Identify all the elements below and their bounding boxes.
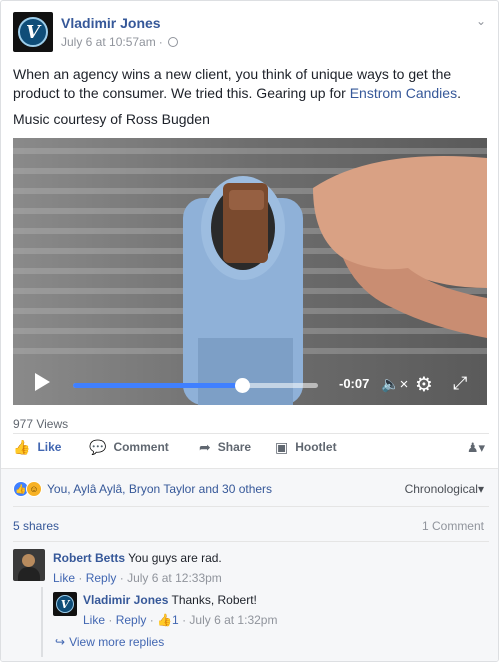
reactions-text: You, Aylâ Aylâ, Bryon Taylor and 30 othe… [47, 482, 273, 496]
separator: · [182, 613, 187, 627]
time-remaining: -0:07 [339, 376, 370, 391]
comment-text: You guys are rad. [128, 551, 222, 565]
like-label: Like [37, 440, 62, 454]
reply-reply-link[interactable]: Reply [116, 613, 147, 627]
mute-icon[interactable]: 🔈× [381, 375, 408, 393]
separator: · [78, 571, 83, 585]
divider [13, 506, 489, 507]
reply-thread-line [41, 587, 43, 657]
video-controls: -0:07 🔈× ⚙ ⤢ [13, 361, 487, 405]
reactions-summary[interactable]: 👍 ☺ You, Aylâ Aylâ, Bryon Taylor and 30 … [13, 481, 272, 497]
separator: · [119, 571, 124, 585]
author-avatar[interactable]: V [13, 12, 53, 52]
fullscreen-icon[interactable]: ⤢ [453, 373, 467, 394]
post-meta: July 6 at 10:57am · [61, 35, 178, 49]
thumbs-up-icon: 👍 [13, 439, 31, 455]
author-avatar-logo: V [18, 17, 48, 47]
comment-button[interactable]: 💬 Comment [89, 440, 169, 454]
post-header: V Vladimir Jones July 6 at 10:57am · ⌄ [13, 12, 488, 54]
author-name[interactable]: Vladimir Jones [61, 15, 161, 31]
meta-separator: · [158, 35, 163, 49]
hootlet-label: Hootlet [295, 440, 337, 454]
comment-actions: Like · Reply · July 6 at 12:33pm [53, 571, 222, 585]
comment-like-link[interactable]: Like [53, 571, 75, 585]
caret-down-icon: ▾ [477, 482, 484, 496]
share-arrow-icon: ➦ [199, 439, 211, 455]
commenter-name[interactable]: Robert Betts [53, 551, 125, 565]
separator: · [149, 613, 154, 627]
comment-count: 1 Comment [421, 519, 484, 533]
divider [13, 433, 489, 434]
seekbar-progress [73, 383, 242, 388]
view-count: 977 Views [13, 417, 69, 431]
action-bar: 👍 Like 💬 Comment ➦ Share ▣ Hootlet ♟▾ [13, 436, 489, 462]
share-label: Share [217, 440, 252, 454]
view-more-replies[interactable]: ↪ View more replies [55, 635, 164, 649]
comment-reply-link[interactable]: Reply [86, 571, 117, 585]
reply-line: Vladimir Jones Thanks, Robert! [83, 593, 257, 607]
avatar[interactable] [13, 549, 45, 581]
comment-line: Robert Betts You guys are rad. [53, 551, 222, 565]
post-timestamp[interactable]: July 6 at 10:57am [61, 35, 156, 49]
avatar[interactable]: V [53, 592, 77, 616]
reply-like-count[interactable]: 1 [172, 613, 179, 627]
like-button[interactable]: 👍 Like [13, 440, 61, 454]
haha-reaction-icon: ☺ [26, 481, 42, 497]
post-as-selector[interactable]: ♟▾ [467, 440, 485, 456]
seekbar-handle[interactable] [235, 378, 250, 393]
comment-sort-dropdown[interactable]: Chronological▾ [405, 482, 484, 496]
view-more-replies-label: View more replies [69, 635, 165, 649]
gear-icon[interactable]: ⚙ [415, 372, 433, 397]
hootlet-button[interactable]: ▣ Hootlet [275, 440, 337, 454]
play-icon[interactable] [35, 373, 50, 391]
video-seekbar[interactable] [73, 378, 318, 393]
reply-like-link[interactable]: Like [83, 613, 105, 627]
post-text: When an agency wins a new client, you th… [13, 65, 489, 103]
reply-time[interactable]: July 6 at 1:32pm [189, 613, 277, 627]
post-link[interactable]: Enstrom Candies [350, 85, 457, 101]
reply-arrow-icon: ↪ [55, 635, 66, 649]
thumbs-up-icon[interactable]: 👍 [157, 613, 172, 627]
reply-avatar-logo: V [56, 595, 74, 613]
video-player[interactable]: -0:07 🔈× ⚙ ⤢ [13, 138, 487, 405]
hootlet-icon: ▣ [275, 439, 289, 455]
comment-sort-label: Chronological [404, 482, 478, 496]
post-card: V Vladimir Jones July 6 at 10:57am · ⌄ W… [0, 0, 499, 662]
comment-time[interactable]: July 6 at 12:33pm [127, 571, 222, 585]
feedback-section [1, 468, 498, 661]
divider [13, 541, 489, 542]
globe-icon[interactable] [167, 37, 178, 47]
comment-label: Comment [113, 440, 169, 454]
share-button[interactable]: ➦ Share [199, 440, 251, 454]
caret-down-icon: ▾ [478, 440, 485, 455]
post-text-end: . [457, 85, 461, 101]
replier-name[interactable]: Vladimir Jones [83, 593, 168, 607]
reply-actions: Like · Reply · 👍1 · July 6 at 1:32pm [83, 613, 277, 627]
separator: · [108, 613, 113, 627]
music-credit: Music courtesy of Ross Bugden [13, 111, 210, 127]
person-icon: ♟ [466, 440, 479, 455]
chevron-down-icon[interactable]: ⌄ [474, 14, 488, 28]
speech-bubble-icon: 💬 [89, 439, 107, 455]
share-count[interactable]: 5 shares [13, 519, 59, 533]
reply-text: Thanks, Robert! [171, 593, 257, 607]
